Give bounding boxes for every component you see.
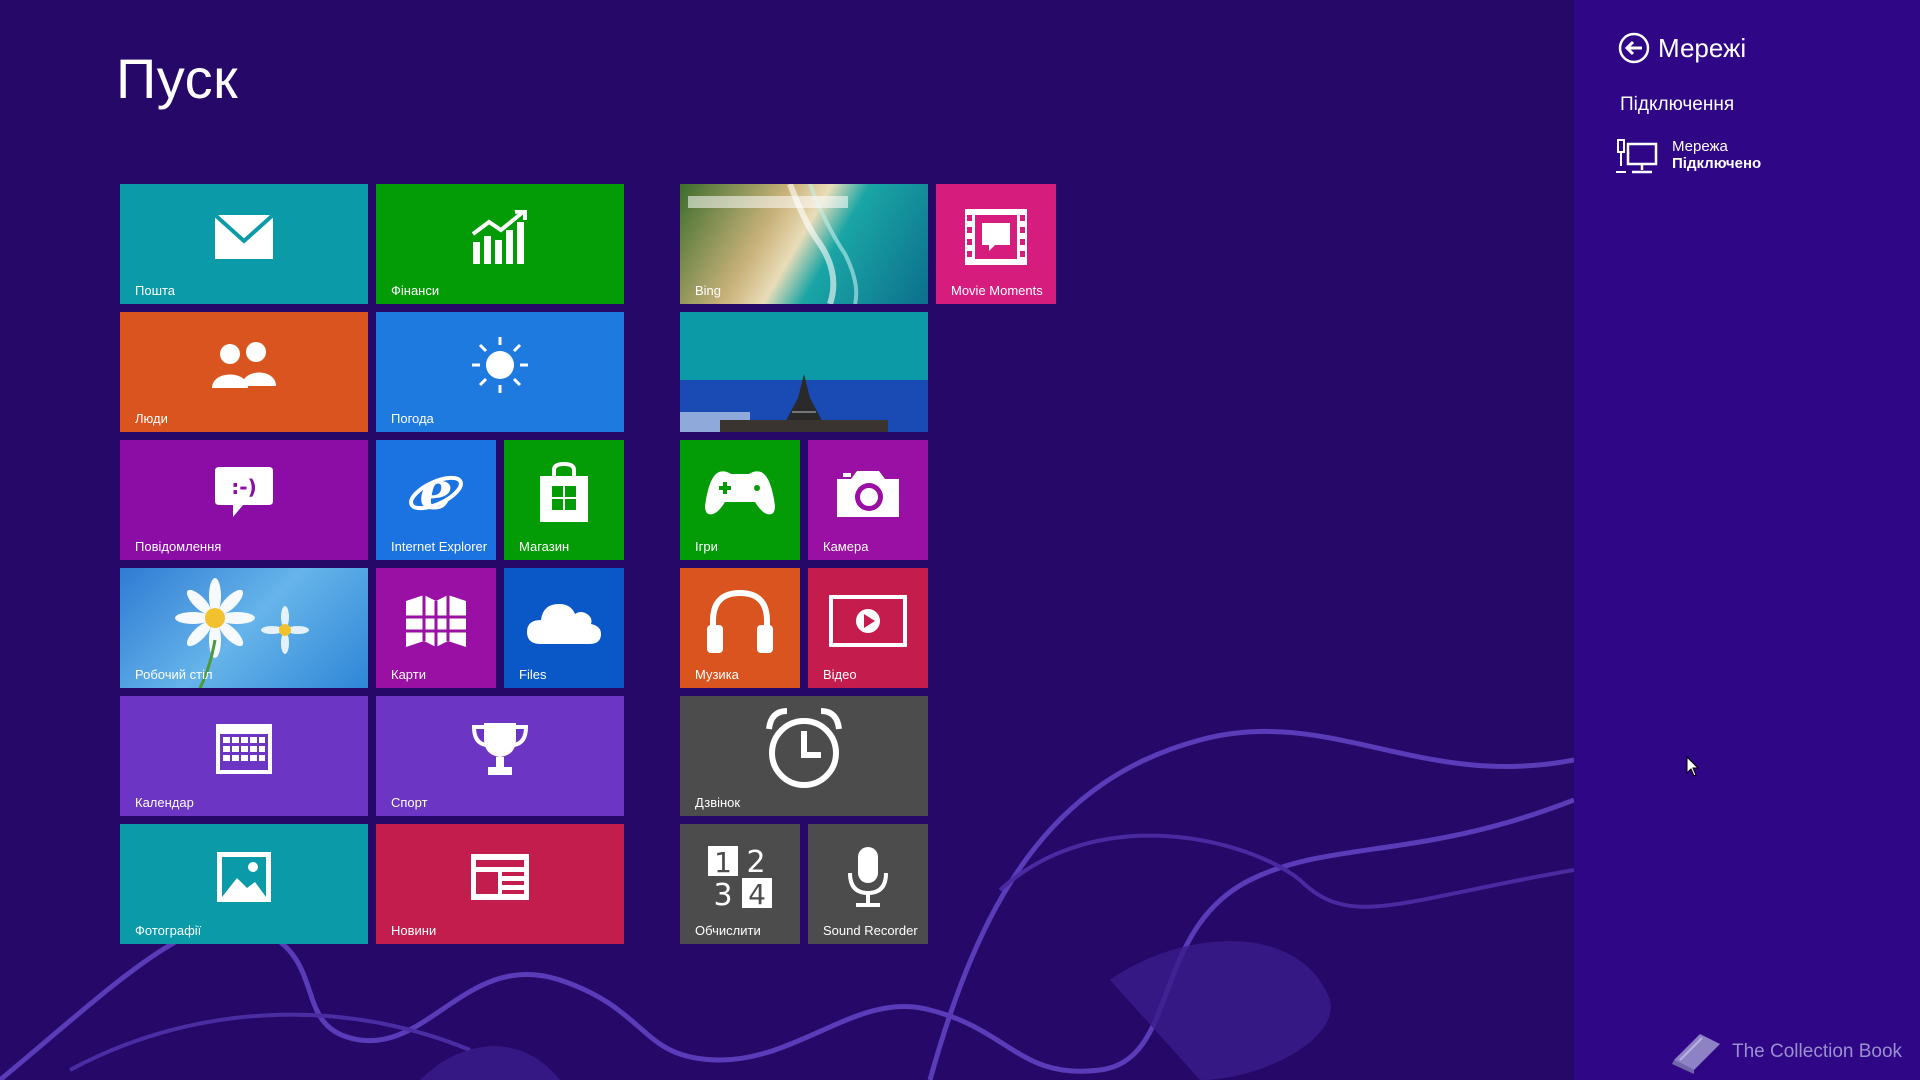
back-arrow-icon <box>1618 32 1650 64</box>
tile-messaging[interactable]: :-) Повідомлення <box>120 440 368 560</box>
network-status: Підключено <box>1672 155 1762 172</box>
tile-calendar[interactable]: Календар <box>120 696 368 816</box>
tile-label: Відео <box>823 667 857 682</box>
svg-text:4: 4 <box>748 878 766 908</box>
travel-eiffel-image <box>680 374 928 432</box>
tile-label: Повідомлення <box>135 539 222 554</box>
tile-label: Files <box>519 667 547 682</box>
tile-finance[interactable]: Фінанси <box>376 184 624 304</box>
start-title: Пуск <box>116 47 239 110</box>
tile-mail[interactable]: Пошта <box>120 184 368 304</box>
tile-label: Дзвінок <box>695 795 741 810</box>
mail-icon <box>215 214 273 259</box>
tile-news[interactable]: Новини <box>376 824 624 944</box>
mouse-cursor-icon <box>1686 756 1700 777</box>
tile-label: Погода <box>391 411 434 426</box>
video-play-icon <box>829 594 907 647</box>
tile-desktop[interactable]: Робочий стіл <box>120 568 368 688</box>
svg-text:3: 3 <box>713 878 732 908</box>
cloud-icon <box>527 603 601 644</box>
networks-charm-panel: Мережі Підключення Мережа Підключено <box>1574 0 1920 1080</box>
tile-label: Фінанси <box>391 283 440 298</box>
internet-explorer-icon: e <box>409 464 463 522</box>
tile-label: Sound Recorder <box>823 923 918 938</box>
trophy-icon <box>472 722 528 775</box>
tile-label: Спорт <box>391 795 428 810</box>
tile-sport[interactable]: Спорт <box>376 696 624 816</box>
book-icon <box>1672 1034 1720 1074</box>
sun-icon <box>472 336 528 393</box>
microphone-icon <box>848 846 888 907</box>
watermark: The Collection Book <box>1670 1030 1902 1074</box>
network-name: Мережа <box>1672 138 1728 155</box>
tile-label: Новини <box>391 923 437 938</box>
tile-label: Обчислити <box>695 923 761 938</box>
svg-text::-): :-) <box>231 475 256 499</box>
messaging-icon: :-) <box>215 466 273 517</box>
tile-travel[interactable] <box>680 312 928 432</box>
tile-label: Календар <box>135 795 194 810</box>
tile-label: Bing <box>695 283 722 298</box>
network-text: Мережа Підключено <box>1672 138 1761 178</box>
camera-icon <box>837 470 899 517</box>
tile-maps[interactable]: Карти <box>376 568 496 688</box>
tile-label: Камера <box>823 539 869 554</box>
headphones-icon <box>707 589 773 653</box>
tile-label: Робочий стіл <box>135 667 213 682</box>
alarm-clock-icon <box>766 707 842 788</box>
gamepad-icon <box>705 471 775 515</box>
tile-label: Карти <box>391 667 426 682</box>
tile-store[interactable]: Магазин <box>504 440 624 560</box>
wired-network-icon <box>1616 139 1658 174</box>
network-connection-item[interactable]: Мережа Підключено <box>1614 138 1761 178</box>
tile-games[interactable]: Ігри <box>680 440 800 560</box>
svg-text:2: 2 <box>746 846 765 880</box>
charm-back-button[interactable]: Мережі <box>1618 32 1746 64</box>
tile-internet-explorer[interactable]: e Internet Explorer <box>376 440 496 560</box>
tile-photos[interactable]: Фотографії <box>120 824 368 944</box>
tile-label: Movie Moments <box>951 283 1043 298</box>
tile-label: Internet Explorer <box>391 539 488 554</box>
calendar-icon <box>216 723 272 774</box>
people-icon <box>212 341 276 388</box>
tile-camera[interactable]: Камера <box>808 440 928 560</box>
tile-movie-moments[interactable]: Movie Moments <box>936 184 1056 304</box>
tile-people[interactable]: Люди <box>120 312 368 432</box>
calculator-icon: 1 23 4 <box>708 845 772 908</box>
news-icon <box>471 853 529 900</box>
tile-label: Музика <box>695 667 739 682</box>
photos-icon <box>217 851 271 902</box>
movie-moments-icon <box>965 208 1027 265</box>
svg-text:1: 1 <box>714 846 732 879</box>
tile-label: Люди <box>135 411 168 426</box>
tile-sound-recorder[interactable]: Sound Recorder <box>808 824 928 944</box>
tile-alarms[interactable]: Дзвінок <box>680 696 928 816</box>
tile-files[interactable]: Files <box>504 568 624 688</box>
tile-bing[interactable]: Bing <box>680 184 928 304</box>
watermark-text: The Collection Book <box>1732 1041 1903 1062</box>
tile-label: Ігри <box>695 539 718 554</box>
charm-title: Мережі <box>1658 32 1747 63</box>
svg-text:e: e <box>419 464 452 522</box>
connections-heading: Підключення <box>1620 94 1735 115</box>
maps-icon <box>406 594 466 647</box>
start-screen: Пуск Пошта Фінанси Люди Погода :-) Повід… <box>0 0 1574 1080</box>
tile-music[interactable]: Музика <box>680 568 800 688</box>
tile-weather[interactable]: Погода <box>376 312 624 432</box>
tile-calculator[interactable]: 1234 Обчислити <box>680 824 800 944</box>
tile-label: Пошта <box>135 283 176 298</box>
tile-video[interactable]: Відео <box>808 568 928 688</box>
store-bag-icon <box>540 461 588 522</box>
finance-chart-icon <box>471 209 527 264</box>
tile-label: Фотографії <box>135 923 202 938</box>
tile-label: Магазин <box>519 539 570 554</box>
